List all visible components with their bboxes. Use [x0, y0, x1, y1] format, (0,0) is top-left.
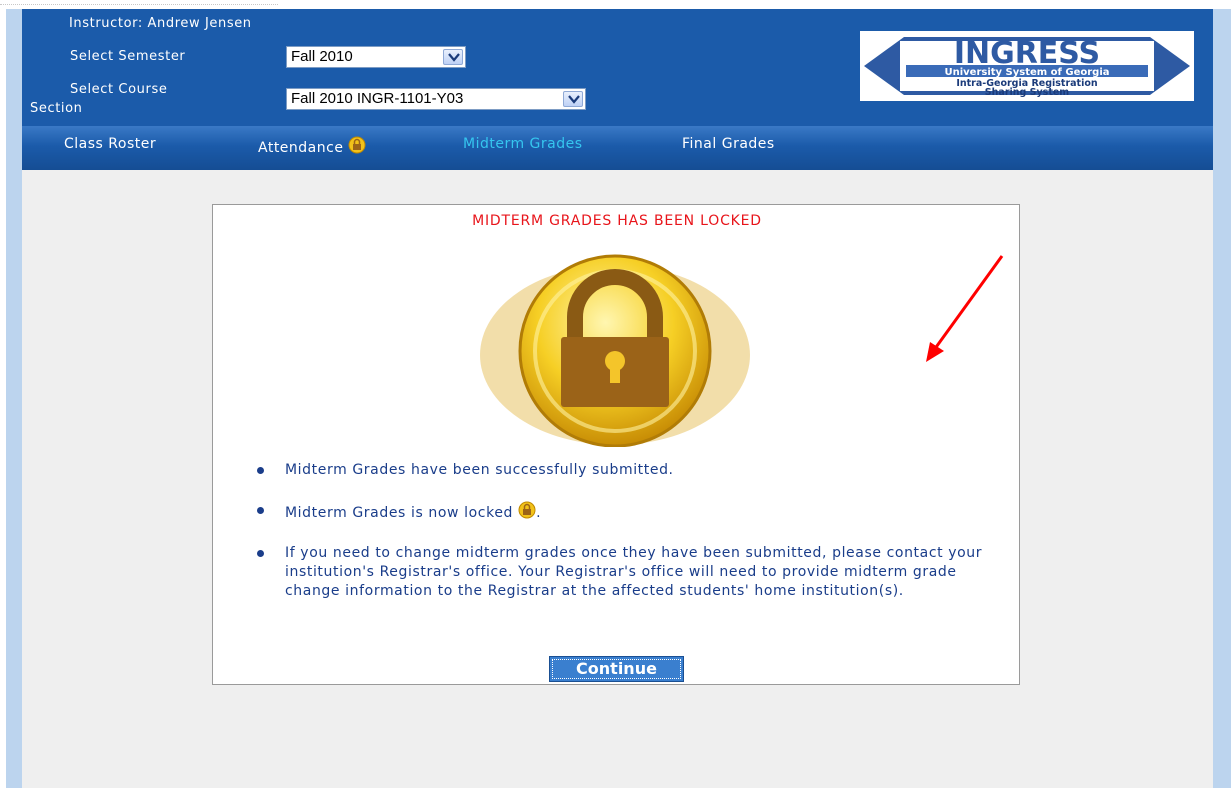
- red-arrow-annotation: [926, 255, 1004, 362]
- padlock-icon: [480, 254, 750, 447]
- semester-select[interactable]: Fall 2010: [286, 46, 466, 68]
- list-item: Midterm Grades have been successfully su…: [257, 461, 997, 480]
- chevron-down-icon[interactable]: [443, 49, 463, 65]
- list-item: Midterm Grades is now locked .: [257, 501, 997, 523]
- info-list: Midterm Grades have been successfully su…: [257, 461, 997, 601]
- panel-title: MIDTERM GRADES HAS BEEN LOCKED: [472, 213, 762, 229]
- chevron-down-icon[interactable]: [563, 91, 583, 107]
- continue-button[interactable]: Continue: [549, 656, 684, 682]
- tab-midterm-grades[interactable]: Midterm Grades: [463, 136, 583, 152]
- lock-badge-icon: [348, 136, 366, 154]
- course-select[interactable]: Fall 2010 INGR-1101-Y03: [286, 88, 586, 110]
- list-item: If you need to change midterm grades onc…: [257, 544, 997, 601]
- tab-attendance-label: Attendance: [258, 140, 344, 156]
- tab-class-roster[interactable]: Class Roster: [64, 136, 156, 152]
- tab-attendance[interactable]: Attendance: [258, 136, 366, 156]
- ingress-logo: INGRESS University System of Georgia Int…: [860, 31, 1194, 101]
- course-select-value: Fall 2010 INGR-1101-Y03: [291, 90, 464, 107]
- list-item-suffix: .: [536, 505, 542, 521]
- semester-label: Select Semester: [70, 49, 186, 64]
- list-item-text: Midterm Grades is now locked: [285, 505, 514, 521]
- semester-select-value: Fall 2010: [291, 48, 353, 65]
- logo-line1: University System of Georgia: [944, 67, 1109, 78]
- course-label-section: Section: [30, 101, 83, 116]
- logo-line3: Sharing System: [985, 87, 1070, 98]
- left-border-strip: [6, 9, 22, 788]
- right-border-strip: [1213, 9, 1231, 788]
- nav-bar: Class Roster Attendance Midterm Grades F…: [22, 126, 1213, 170]
- locked-message-panel: MIDTERM GRADES HAS BEEN LOCKED Midterm G…: [212, 204, 1020, 685]
- logo-title: INGRESS: [954, 36, 1100, 71]
- lock-badge-icon: [518, 501, 536, 519]
- course-label: Select Course: [70, 82, 168, 97]
- top-dotted-line: [0, 4, 278, 5]
- instructor-label: Instructor: Andrew Jensen: [69, 16, 252, 31]
- tab-final-grades[interactable]: Final Grades: [682, 136, 775, 152]
